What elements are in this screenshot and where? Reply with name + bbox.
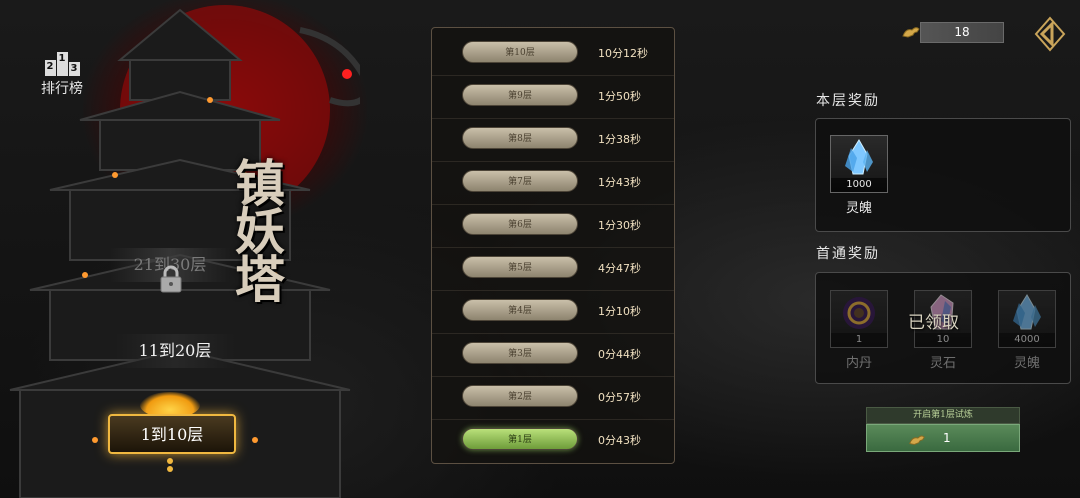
floor-button-6[interactable]: 第6层 [462,213,578,235]
golden-orb-icon [843,297,875,329]
floor-row: 第7层 1分43秒 [432,163,674,205]
item-count: 1000 [831,178,887,192]
floor-time: 0分57秒 [598,391,641,404]
item-count: 1 [831,333,887,347]
claimed-stamp: 已领取 [908,313,959,333]
floor-range-11-20[interactable]: 11到20层 [115,334,235,368]
floor-button-4[interactable]: 第4层 [462,299,578,321]
floor-reward-box: 1000 灵魄 [815,118,1071,232]
floor-button-9[interactable]: 第9层 [462,84,578,106]
golden-beast-ticket-icon [909,435,925,445]
reward-item-frame[interactable]: 1000 [830,135,888,193]
floor-button-3[interactable]: 第3层 [462,342,578,364]
floor-time: 1分10秒 [598,305,641,318]
floor-time: 10分12秒 [598,47,648,60]
floor-row: 第10层 10分12秒 [432,34,674,76]
floor-time: 4分47秒 [598,262,641,275]
reward-item-frame[interactable]: 1 [830,290,888,348]
floor-time: 1分38秒 [598,133,641,146]
floor-row: 第5层 4分47秒 [432,249,674,291]
leaderboard-icon: 2 1 3 [36,52,88,76]
item-name: 灵魄 [1013,356,1040,371]
reward-item: 1000 灵魄 [830,135,888,216]
item-count: 10 [915,333,971,347]
floor-button-5[interactable]: 第5层 [462,256,578,278]
floor-button-1[interactable]: 第1层 [462,428,578,450]
golden-beast-ticket-icon [902,27,920,38]
back-icon[interactable] [1030,14,1068,54]
floor-row: 第4层 1分10秒 [432,292,674,334]
floor-time: 1分30秒 [598,219,641,232]
floor-row: 第1层 0分43秒 [432,421,674,463]
leaderboard-button[interactable]: 2 1 3 排行榜 [36,52,88,108]
reward-item-frame[interactable]: 4000 [998,290,1056,348]
floor-row: 第9层 1分50秒 [432,77,674,119]
start-trial-label: 开启第1层试炼 [866,407,1020,424]
floor-button-2[interactable]: 第2层 [462,385,578,407]
reward-item: 4000 灵魄 [998,290,1056,371]
first-clear-reward-title: 首通奖励 [816,246,880,262]
blue-crystal-icon [1013,294,1041,330]
item-count: 4000 [999,333,1055,347]
floor-row: 第6层 1分30秒 [432,206,674,248]
leaderboard-label: 排行榜 [41,81,83,97]
item-name: 灵石 [929,356,956,371]
floor-row: 第3层 0分44秒 [432,335,674,377]
floor-button-10[interactable]: 第10层 [462,41,578,63]
floor-button-7[interactable]: 第7层 [462,170,578,192]
floor-button-8[interactable]: 第8层 [462,127,578,149]
tower-title: 镇妖塔 [235,154,285,309]
trial-cost: 1 [943,431,951,445]
item-name: 内丹 [845,356,872,371]
lock-icon [160,265,182,293]
floor-list-panel: 第10层 10分12秒 第9层 1分50秒 第8层 1分38秒 第7层 1分43… [431,27,675,464]
floor-reward-title: 本层奖励 [816,93,880,109]
floor-time: 1分43秒 [598,176,641,189]
floor-range-1-10[interactable]: 1到10层 [108,414,236,454]
floor-row: 第2层 0分57秒 [432,378,674,420]
currency-amount: 18 [920,22,1004,43]
floor-time: 0分44秒 [598,348,641,361]
reward-item: 1 内丹 [830,290,888,371]
blue-crystal-icon [845,139,873,175]
floor-time: 0分43秒 [598,434,641,447]
floor-time: 1分50秒 [598,90,641,103]
floor-row: 第8层 1分38秒 [432,120,674,162]
start-trial-button[interactable]: 1 [866,424,1020,452]
item-name: 灵魄 [845,201,872,216]
